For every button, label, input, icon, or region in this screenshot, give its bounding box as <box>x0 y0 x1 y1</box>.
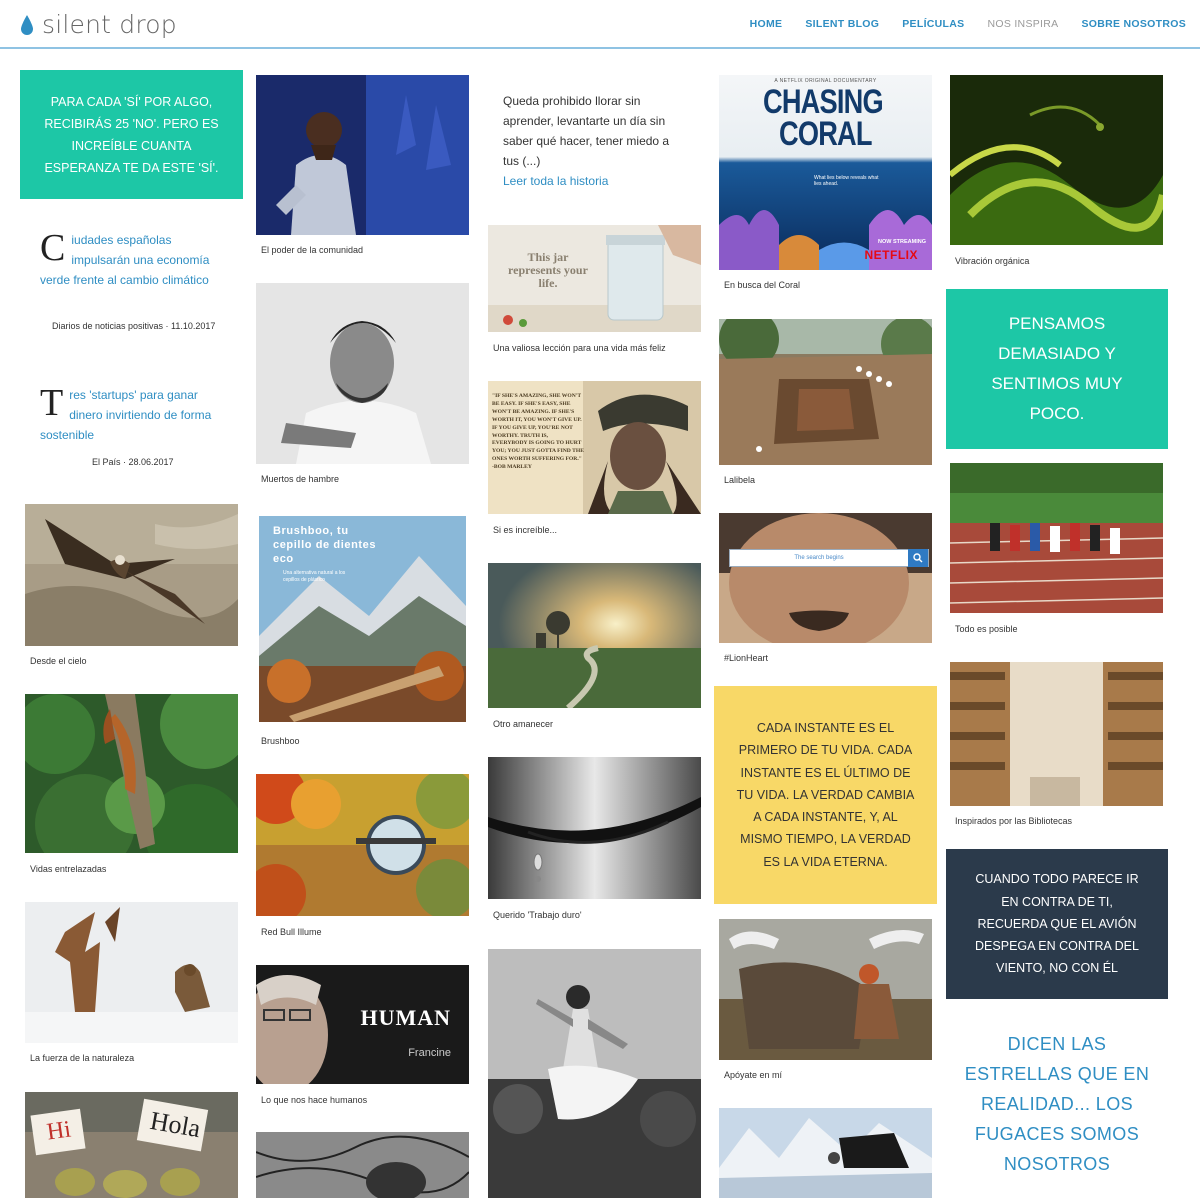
brushboo-photo[interactable]: Brushboo, tu cepillo de dientes eco Una … <box>259 516 466 722</box>
quote-text: CUANDO TODO PARECE IR EN CONTRA DE TI, R… <box>975 872 1139 976</box>
runners-photo[interactable] <box>950 463 1163 613</box>
image-caption: Si es increíble... <box>493 525 558 535</box>
quote-text: CADA INSTANTE ES EL PRIMERO DE TU VIDA. … <box>736 721 915 869</box>
main-nav: HOME SILENT BLOG PELÍCULAS NOS INSPIRA S… <box>750 18 1186 30</box>
eagle-photo[interactable] <box>25 504 238 646</box>
orangutan-photo[interactable] <box>25 694 238 853</box>
image-caption: Querido 'Trabajo duro' <box>493 910 582 920</box>
image-caption: Todo es posible <box>955 624 1018 634</box>
news-headline[interactable]: iudades españolas impulsarán una economí… <box>40 233 209 287</box>
lalibela-photo[interactable] <box>719 319 932 465</box>
brushboo-title: Brushboo, tu cepillo de dientes eco <box>273 525 377 565</box>
sign-hi-text: Hi <box>45 1116 73 1146</box>
dropcap: T <box>40 382 64 424</box>
library-photo[interactable] <box>950 662 1163 806</box>
quote-card[interactable]: CADA INSTANTE ES EL PRIMERO DE TU VIDA. … <box>714 686 937 904</box>
human-subtitle: Francine <box>408 1047 451 1059</box>
portrait-photo[interactable] <box>256 283 469 464</box>
bridge-reflection-photo[interactable] <box>256 774 469 916</box>
quote-text-large[interactable]: DICEN LAS ESTRELLAS QUE EN REALIDAD... L… <box>962 1029 1152 1179</box>
marley-quote-text: "IF SHE'S AMAZING, SHE WON'T BE EASY. IF… <box>492 393 584 471</box>
image-caption: Una valiosa lección para una vida más fe… <box>493 343 666 353</box>
quote-text: PARA CADA 'SÍ' POR ALGO, RECIBIRÁS 25 'N… <box>44 94 219 175</box>
image-caption: Otro amanecer <box>493 719 554 729</box>
nav-silent-blog[interactable]: SILENT BLOG <box>805 18 879 30</box>
quote-text: PENSAMOS DEMASIADO Y SENTIMOS MUY POCO. <box>991 314 1123 423</box>
image-caption: Lo que nos hace humanos <box>261 1095 368 1105</box>
read-more-link[interactable]: Leer toda la historia <box>503 171 685 191</box>
jar-text: This jar represents your life. <box>508 250 588 290</box>
dropcap: C <box>40 227 66 269</box>
news-source: Diarios de noticias positivas · 11.10.20… <box>52 321 216 331</box>
nav-sobre-nosotros[interactable]: SOBRE NOSOTROS <box>1081 18 1186 30</box>
story-excerpt: Queda prohibido llorar sin aprender, lev… <box>503 91 685 191</box>
image-caption: El poder de la comunidad <box>261 245 364 255</box>
lion-movie-photo[interactable]: The search begins <box>719 513 932 643</box>
coral-title-2: CORAL <box>779 115 873 153</box>
search-placeholder: The search begins <box>794 555 844 561</box>
coral-tagline: What lies below reveals what lies ahead. <box>814 175 879 187</box>
image-caption: Lalibela <box>724 475 756 485</box>
human-film-photo[interactable]: HUMAN Francine <box>256 965 469 1084</box>
image-caption: Apóyate en mí <box>724 1070 783 1080</box>
news-item[interactable]: C iudades españolas impulsarán una econo… <box>40 227 220 290</box>
quote-card[interactable]: PARA CADA 'SÍ' POR ALGO, RECIBIRÁS 25 'N… <box>20 70 243 199</box>
story-text: Queda prohibido llorar sin aprender, lev… <box>503 94 670 168</box>
image-caption: #LionHeart <box>724 653 769 663</box>
eye-tear-photo[interactable] <box>488 757 701 899</box>
frogs-sign-photo[interactable]: Hi Hola <box>25 1092 238 1198</box>
quote-card[interactable]: CUANDO TODO PARECE IR EN CONTRA DE TI, R… <box>946 849 1168 999</box>
image-caption: La fuerza de la naturaleza <box>30 1053 135 1063</box>
jumping-woman-photo[interactable] <box>488 949 701 1198</box>
search-bar[interactable]: The search begins <box>729 549 929 567</box>
speaker-photo[interactable] <box>256 75 469 235</box>
chasing-coral-poster[interactable]: A NETFLIX ORIGINAL DOCUMENTARY CHASING C… <box>719 75 932 270</box>
brushboo-subtitle: Una alternativa natural a los cepillos d… <box>283 570 346 583</box>
site-logo[interactable]: silent drop <box>20 10 177 39</box>
water-drop-icon <box>21 14 33 35</box>
jar-photo[interactable]: This jar represents your life. <box>488 225 701 332</box>
netflix-logo: NETFLIX <box>864 248 918 262</box>
image-caption: Inspirados por las Bibliotecas <box>955 816 1073 826</box>
bob-marley-quote-photo[interactable]: "IF SHE'S AMAZING, SHE WON'T BE EASY. IF… <box>488 381 701 514</box>
quote-card[interactable]: PENSAMOS DEMASIADO Y SENTIMOS MUY POCO. <box>946 289 1168 449</box>
image-caption: Muertos de hambre <box>261 474 340 484</box>
image-caption: Desde el cielo <box>30 656 87 666</box>
image-caption: Vidas entrelazadas <box>30 864 107 874</box>
human-title: HUMAN <box>360 1005 451 1030</box>
news-headline[interactable]: res 'startups' para ganar dinero invirti… <box>40 388 211 442</box>
image-caption: Red Bull Illume <box>261 927 322 937</box>
nav-home[interactable]: HOME <box>750 18 783 30</box>
nav-peliculas[interactable]: PELÍCULAS <box>902 18 964 30</box>
site-header: silent drop HOME SILENT BLOG PELÍCULAS N… <box>0 0 1200 49</box>
piano-glacier-photo[interactable] <box>719 1108 932 1198</box>
boy-buffalo-photo[interactable] <box>719 919 932 1060</box>
news-source: El País · 28.06.2017 <box>92 457 174 467</box>
barbed-wire-photo[interactable] <box>256 1132 469 1198</box>
nav-nos-inspira[interactable]: NOS INSPIRA <box>987 18 1058 30</box>
organic-vibration-photo[interactable] <box>950 75 1163 245</box>
birds-snow-photo[interactable] <box>25 902 238 1043</box>
image-caption: Vibración orgánica <box>955 256 1030 266</box>
coral-streaming: NOW STREAMING <box>878 239 926 245</box>
site-name: silent drop <box>42 10 177 39</box>
sunrise-photo[interactable] <box>488 563 701 708</box>
search-icon[interactable] <box>908 549 928 567</box>
image-caption: En busca del Coral <box>724 280 801 290</box>
image-caption: Brushboo <box>261 736 300 746</box>
news-item[interactable]: T res 'startups' para ganar dinero invir… <box>40 382 225 445</box>
